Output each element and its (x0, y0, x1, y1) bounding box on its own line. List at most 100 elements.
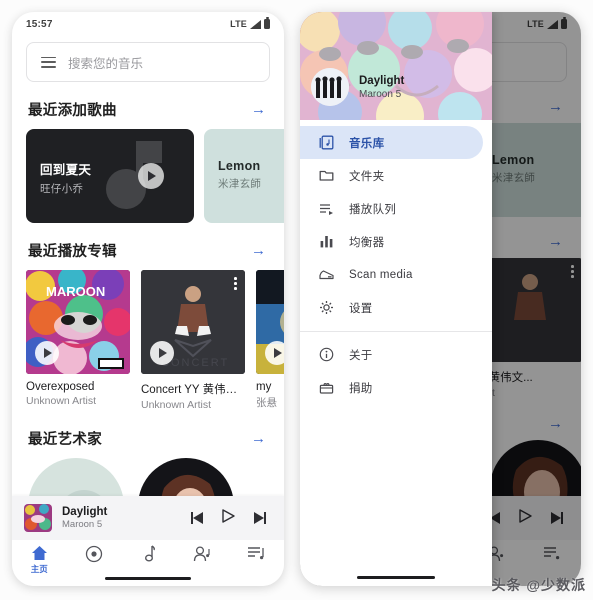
section-title: 最近艺术家 (28, 428, 102, 449)
drawer-item-folders[interactable]: 文件夹 (300, 159, 483, 192)
album-item[interactable]: CONCERT Concert YY 黄伟文... Unknown Artist (141, 270, 245, 411)
info-icon (318, 347, 334, 363)
signal-icon (250, 20, 261, 29)
song-card-text: 回到夏天 旺仔小乔 (40, 159, 91, 196)
drawer-item-label: 设置 (349, 300, 373, 316)
play-icon[interactable] (265, 341, 284, 365)
drawer-item-queue[interactable]: 播放队列 (300, 192, 483, 225)
recent-songs-row[interactable]: 回到夏天 旺仔小乔 Lemon 米津玄師 (12, 129, 284, 223)
drawer-menu-list: 音乐库 文件夹 播放队列 (300, 120, 492, 404)
section-header-recent-artists: 最近艺术家 → (12, 411, 284, 458)
scanner-icon (318, 267, 334, 283)
drawer-song-artist: Maroon 5 (359, 89, 404, 100)
song-title: Lemon (218, 159, 261, 173)
drawer-item-label: 关于 (349, 347, 373, 363)
album-art-thumb (24, 504, 52, 532)
nav-item-albums[interactable] (66, 545, 120, 563)
play-icon[interactable] (35, 341, 59, 365)
album-art[interactable] (256, 270, 284, 374)
album-name: Concert YY 黄伟文... (141, 381, 245, 397)
album-artist: 张悬 (256, 395, 284, 410)
drawer-header: Daylight Maroon 5 (300, 12, 492, 120)
mini-player-controls (191, 509, 272, 528)
skip-next-icon[interactable] (253, 512, 266, 524)
watermark: 头条 @少数派 (491, 575, 586, 595)
album-item[interactable]: my 张悬 (256, 270, 284, 411)
search-input[interactable]: 搜索您的音乐 (68, 53, 143, 72)
hamburger-menu-icon[interactable] (41, 57, 56, 68)
drawer-divider (300, 331, 492, 332)
home-icon (31, 545, 48, 561)
status-indicators: LTE (230, 19, 270, 29)
phone-left: 15:57 LTE 搜索您的音乐 最近添加歌曲 → (12, 12, 284, 586)
section-header-recent-albums: 最近播放专辑 → (12, 223, 284, 270)
donate-icon (318, 380, 334, 396)
play-icon[interactable] (138, 163, 164, 189)
gesture-navigation-bar (357, 576, 435, 579)
section-arrow-icon[interactable]: → (251, 243, 268, 258)
music-note-icon (141, 545, 156, 563)
drawer-item-label: 播放队列 (349, 201, 396, 217)
drawer-item-equalizer[interactable]: 均衡器 (300, 225, 483, 258)
drawer-item-donate[interactable]: 捐助 (300, 371, 483, 404)
battery-icon (264, 19, 270, 29)
equalizer-icon (318, 234, 334, 250)
bottom-navigation: 主页 (12, 540, 284, 586)
nav-item-songs[interactable] (121, 545, 175, 563)
drawer-item-label: 捐助 (349, 380, 373, 396)
section-title: 最近添加歌曲 (28, 99, 117, 120)
now-playing-title: Daylight (62, 506, 181, 518)
recent-albums-row[interactable]: MAROON Overexposed Unknown Artist (12, 270, 284, 411)
drawer-item-scan-media[interactable]: Scan media (300, 258, 483, 291)
drawer-item-about[interactable]: 关于 (300, 338, 483, 371)
library-music-icon (318, 135, 334, 151)
phone-right: LTE → Lemon 米津玄師 → (300, 12, 581, 586)
drawer-item-library[interactable]: 音乐库 (300, 126, 483, 159)
drawer-now-playing-meta: Daylight Maroon 5 (359, 75, 404, 100)
mini-player-artwork (24, 504, 52, 532)
status-time: 15:57 (26, 19, 53, 30)
album-art[interactable]: MAROON (26, 270, 130, 374)
drawer-item-label: 文件夹 (349, 168, 384, 184)
song-card[interactable]: Lemon 米津玄師 (204, 129, 284, 223)
gear-icon (318, 300, 334, 316)
mini-player[interactable]: Daylight Maroon 5 (12, 496, 284, 540)
song-artist: 米津玄師 (218, 176, 261, 191)
drawer-song-title: Daylight (359, 75, 404, 87)
mini-player-meta: Daylight Maroon 5 (62, 506, 181, 530)
play-icon[interactable] (222, 509, 235, 528)
artist-icon (193, 545, 212, 563)
section-arrow-icon[interactable]: → (251, 431, 268, 446)
band-photo (311, 68, 349, 106)
search-bar[interactable]: 搜索您的音乐 (26, 42, 270, 82)
nav-item-home[interactable]: 主页 (12, 545, 66, 575)
drawer-item-settings[interactable]: 设置 (300, 291, 483, 324)
nav-item-playlists[interactable] (230, 545, 284, 562)
svg-text:MAROON: MAROON (46, 284, 105, 299)
song-title: 回到夏天 (40, 159, 91, 178)
network-label: LTE (230, 19, 247, 29)
skip-previous-icon[interactable] (191, 512, 204, 524)
queue-icon (318, 201, 334, 217)
album-disc-icon (85, 545, 103, 563)
navigation-drawer: Daylight Maroon 5 音乐库 文件夹 (300, 12, 492, 586)
album-overflow-menu-icon[interactable] (234, 277, 237, 290)
album-name: my (256, 381, 284, 393)
play-icon[interactable] (150, 341, 174, 365)
now-playing-artist: Maroon 5 (62, 519, 181, 530)
screenshot-stage: 15:57 LTE 搜索您的音乐 最近添加歌曲 → (0, 0, 593, 600)
drawer-item-label: 均衡器 (349, 234, 384, 250)
nav-item-artists[interactable] (175, 545, 229, 563)
album-art[interactable]: CONCERT (141, 270, 245, 374)
nav-label-home: 主页 (31, 563, 48, 575)
song-artist: 旺仔小乔 (40, 181, 91, 196)
album-artist: Unknown Artist (141, 399, 245, 411)
song-card[interactable]: 回到夏天 旺仔小乔 (26, 129, 194, 223)
drawer-now-playing[interactable]: Daylight Maroon 5 (311, 68, 404, 106)
folder-icon (318, 168, 334, 184)
band-avatar (311, 68, 349, 106)
section-header-recent-songs: 最近添加歌曲 → (12, 82, 284, 129)
album-name: Overexposed (26, 381, 130, 393)
album-item[interactable]: MAROON Overexposed Unknown Artist (26, 270, 130, 411)
section-arrow-icon[interactable]: → (251, 102, 268, 117)
